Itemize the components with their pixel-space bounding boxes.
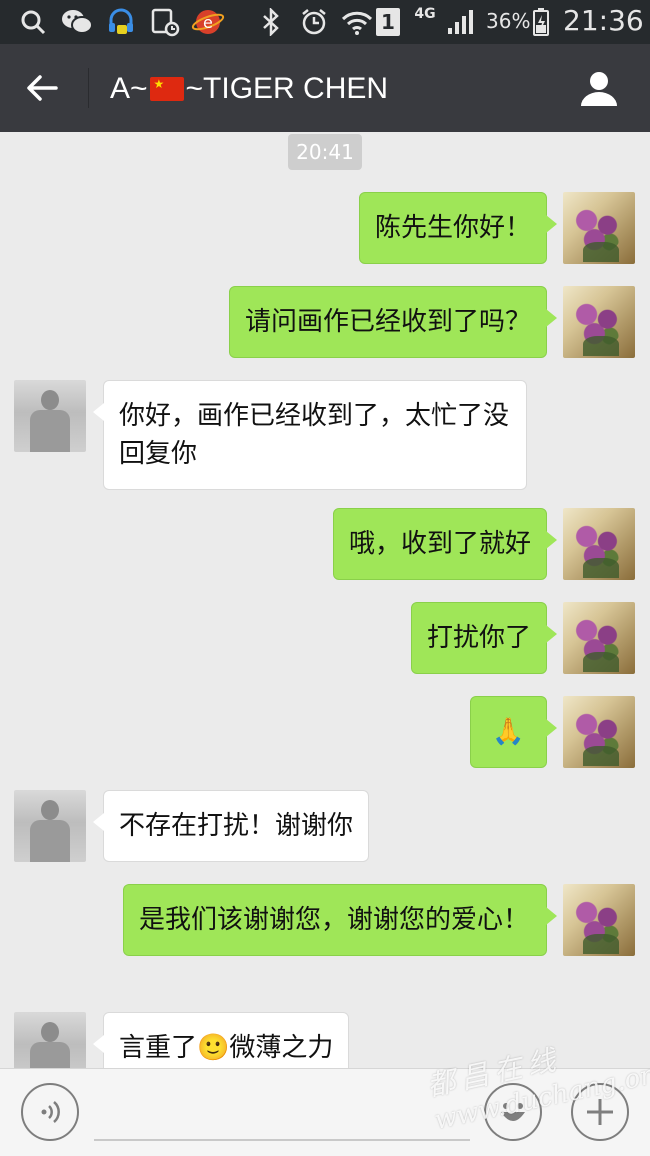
sim-manager-icon <box>148 6 182 38</box>
clock: 21:36 <box>563 4 644 37</box>
browser-icon: e <box>190 6 226 38</box>
search-icon <box>18 6 48 38</box>
message-bubble[interactable]: 请问画作已经收到了吗？ <box>228 286 558 358</box>
message-bubble[interactable]: 你好，画作已经收到了，太忙了没回复你 <box>93 380 527 490</box>
wechat-icon <box>60 6 94 38</box>
back-arrow-icon[interactable] <box>22 68 62 108</box>
header-divider <box>88 68 89 108</box>
message-text: 言重了 <box>119 1033 198 1063</box>
china-flag-icon <box>149 77 184 101</box>
chat-title-suffix: ~TIGER CHEN <box>185 72 389 105</box>
smiley-icon <box>501 1103 525 1121</box>
message-bubble-emoji[interactable]: 🙏 <box>470 696 557 768</box>
chat-title-prefix: A~ <box>110 72 148 105</box>
plus-icon <box>587 1099 613 1125</box>
sim-slot-badge: 1 <box>376 8 400 36</box>
alarm-icon <box>298 6 330 38</box>
battery-icon <box>530 6 552 38</box>
voice-icon <box>41 1101 60 1123</box>
network-type: 4G <box>414 6 436 22</box>
message-text: 微薄之力 <box>229 1033 334 1063</box>
bluetooth-icon <box>258 6 284 38</box>
chat-title: A~ ~TIGER CHEN <box>110 72 388 106</box>
my-avatar[interactable] <box>563 286 635 358</box>
my-avatar[interactable] <box>563 508 635 580</box>
my-avatar[interactable] <box>563 696 635 768</box>
my-avatar[interactable] <box>563 602 635 674</box>
chat-header: A~ ~TIGER CHEN <box>0 44 650 132</box>
message-bubble[interactable]: 不存在打扰！谢谢你 <box>92 790 370 862</box>
contact-profile-icon[interactable] <box>578 68 620 110</box>
my-avatar[interactable] <box>563 884 635 956</box>
headset-icon <box>104 6 138 38</box>
wifi-icon <box>340 6 374 38</box>
message-bubble[interactable]: 是我们该谢谢您，谢谢您的爱心！ <box>123 884 557 956</box>
battery-percent: 36% <box>486 9 531 33</box>
contact-avatar[interactable] <box>14 380 86 452</box>
svg-text:e: e <box>203 13 213 32</box>
message-input[interactable] <box>94 1139 470 1141</box>
input-bar <box>0 1068 650 1156</box>
voice-input-button[interactable] <box>21 1083 79 1141</box>
contact-avatar[interactable] <box>14 790 86 862</box>
message-bubble[interactable]: 哦，收到了就好 <box>332 508 558 580</box>
more-options-button[interactable] <box>571 1083 629 1141</box>
message-bubble[interactable]: 打扰你了 <box>410 602 558 674</box>
my-avatar[interactable] <box>563 192 635 264</box>
smile-emoji: 🙂 <box>197 1033 230 1063</box>
emoji-button[interactable] <box>484 1083 542 1141</box>
status-bar: e 1 4G 36% 21:36 <box>0 0 650 44</box>
message-timestamp: 20:41 <box>288 134 362 170</box>
message-bubble[interactable]: 陈先生你好！ <box>358 192 558 264</box>
signal-icon <box>444 6 478 38</box>
